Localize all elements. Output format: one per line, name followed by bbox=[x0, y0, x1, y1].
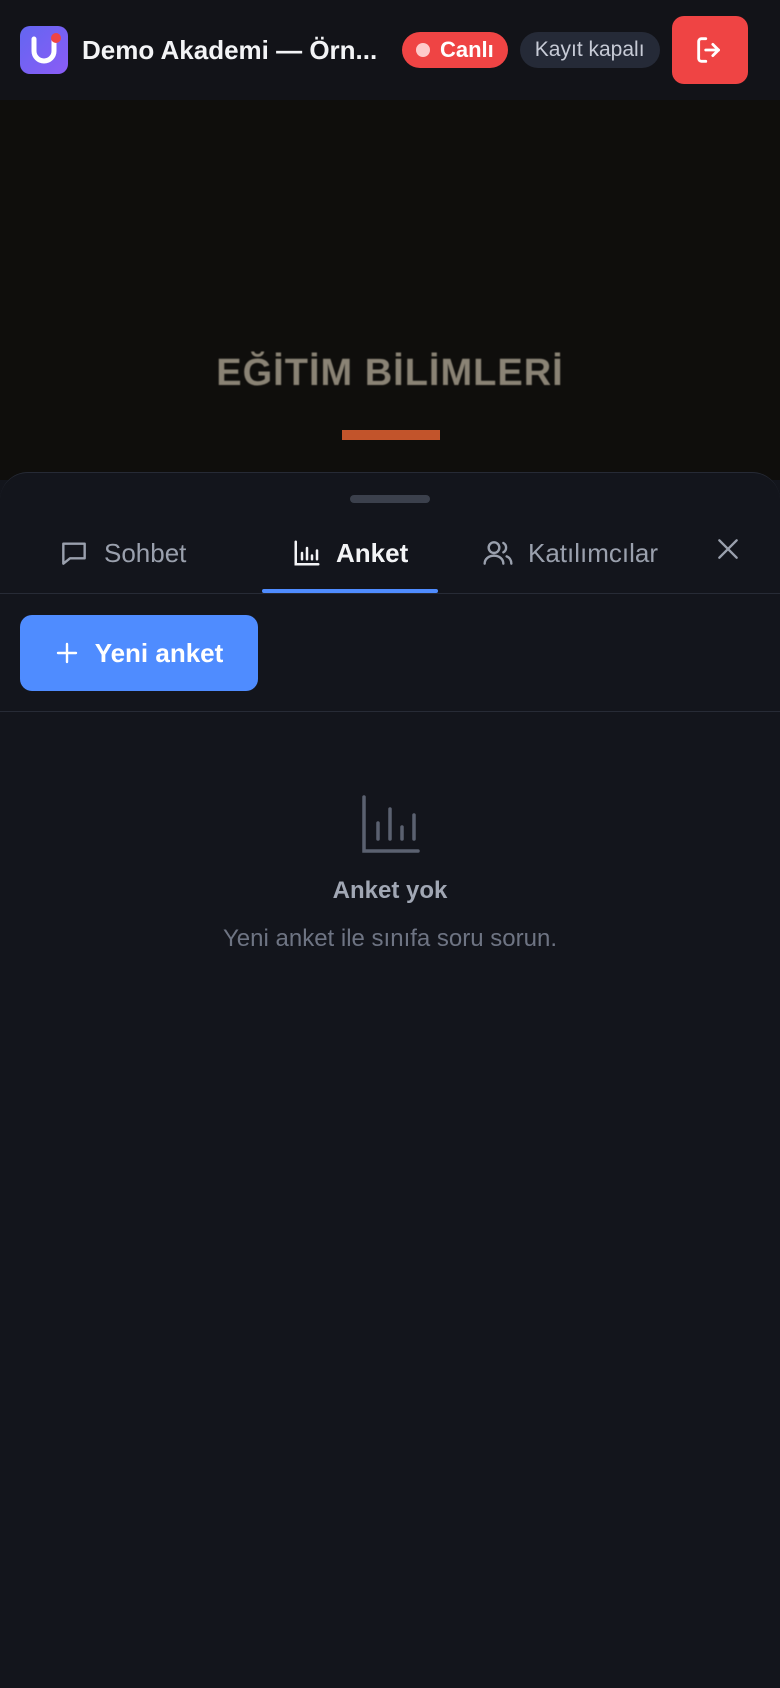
empty-state-title: Anket yok bbox=[332, 877, 448, 904]
tab-poll-label: Anket bbox=[336, 537, 409, 568]
toolbar-divider bbox=[0, 711, 780, 712]
leave-button[interactable] bbox=[671, 16, 748, 84]
bar-chart-icon bbox=[294, 540, 320, 566]
tab-participants-label: Katılımcılar bbox=[528, 537, 659, 568]
new-poll-button[interactable]: Yeni anket bbox=[20, 615, 258, 691]
empty-state: Anket yok Yeni anket ile sınıfa soru sor… bbox=[0, 795, 780, 953]
meeting-title: Demo Akademi — Örn... bbox=[82, 34, 378, 65]
panel-tabs: Sohbet Anket Katılımcılar bbox=[0, 521, 780, 585]
users-icon bbox=[483, 541, 513, 565]
tab-chat[interactable]: Sohbet bbox=[58, 521, 186, 585]
slide-title: EĞİTİM BİLİMLERİ bbox=[216, 352, 564, 394]
live-label: Canlı bbox=[440, 37, 494, 62]
video-stage[interactable]: EĞİTİM BİLİMLERİ bbox=[0, 100, 780, 480]
new-poll-label: Yeni anket bbox=[94, 637, 224, 668]
tab-poll[interactable]: Anket bbox=[292, 521, 408, 585]
plus-icon bbox=[56, 642, 77, 664]
tabs-divider bbox=[0, 593, 780, 594]
live-dot-icon bbox=[416, 43, 430, 57]
close-panel-button[interactable] bbox=[712, 533, 744, 565]
close-icon bbox=[718, 539, 738, 559]
empty-state-text: Yeni anket ile sınıfa soru sorun. bbox=[223, 925, 557, 952]
logout-icon bbox=[696, 37, 720, 63]
slide-accent-bar bbox=[342, 430, 440, 440]
top-bar: Demo Akademi — Örn... Canlı Kayıt kapalı bbox=[0, 0, 780, 100]
recording-label: Kayıt kapalı bbox=[534, 38, 645, 61]
recording-status-badge: Kayıt kapalı bbox=[519, 32, 660, 68]
live-badge: Canlı bbox=[402, 32, 508, 68]
bar-chart-icon bbox=[362, 795, 420, 853]
chat-icon bbox=[62, 542, 86, 565]
tab-chat-label: Sohbet bbox=[104, 537, 187, 568]
side-panel-sheet: Sohbet Anket Katılımcılar Yeni anket Ank… bbox=[0, 472, 780, 1688]
app-root: Demo Akademi — Örn... Canlı Kayıt kapalı… bbox=[0, 0, 780, 1688]
tab-participants[interactable]: Katılımcılar bbox=[482, 521, 658, 585]
sheet-drag-handle[interactable] bbox=[350, 495, 430, 503]
logo-icon bbox=[31, 33, 61, 64]
app-logo bbox=[20, 26, 68, 74]
